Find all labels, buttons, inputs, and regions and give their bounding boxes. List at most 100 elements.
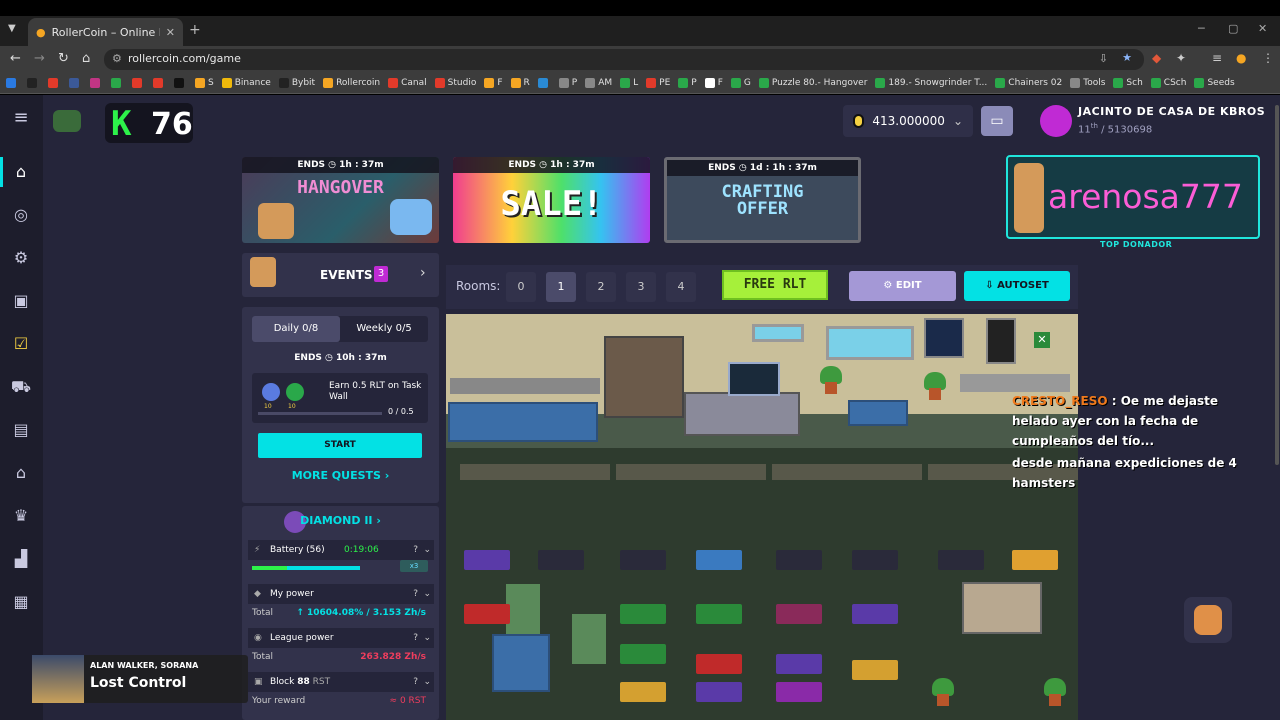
page-scrollbar[interactable] (1274, 95, 1280, 720)
top-donor-card[interactable]: arenosa777 (1006, 155, 1260, 239)
menu-toggle-icon[interactable]: ≡ (10, 107, 32, 129)
room-button-0[interactable]: 0 (506, 272, 536, 302)
marketplace-icon[interactable]: ⛟ (10, 376, 32, 398)
avatar[interactable] (1040, 105, 1072, 137)
info-icon[interactable]: ? (413, 628, 418, 648)
maximize-icon[interactable]: ▢ (1228, 22, 1238, 35)
miner[interactable] (852, 660, 898, 680)
bookmark-item[interactable]: Tools (1070, 77, 1105, 88)
battery-row[interactable]: ⚡ Battery (56) 0:19:06 ? ⌄ (248, 540, 434, 560)
bank-icon[interactable]: ⌂ (10, 462, 32, 484)
miner[interactable] (696, 550, 742, 570)
bookmark-item[interactable]: PE (646, 77, 670, 88)
tab-weekly[interactable]: Weekly 0/5 (340, 316, 428, 342)
storage-icon[interactable]: ▣ (10, 290, 32, 312)
room-button-2[interactable]: 2 (586, 272, 616, 302)
miners-icon[interactable]: ⚙ (10, 247, 32, 269)
news-icon[interactable]: ▦ (10, 591, 32, 613)
miner[interactable] (776, 654, 822, 674)
reload-icon[interactable]: ↻ (58, 51, 69, 66)
scrollbar-thumb[interactable] (1275, 105, 1279, 465)
hangover-banner[interactable]: ENDS ◷ 1h : 37m HANGOVER (242, 157, 439, 243)
bookmark-item[interactable]: 189.- Snowgrinder T... (875, 77, 987, 88)
bookmark-star-icon[interactable]: ★ (1122, 51, 1132, 64)
bookmark-item[interactable] (174, 77, 187, 88)
bookmark-item[interactable]: R (510, 77, 530, 88)
address-bar[interactable]: ⚙ rollercoin.com/game ⇩ ★ (104, 49, 1144, 70)
minimize-icon[interactable]: ─ (1198, 22, 1205, 35)
miner[interactable] (464, 604, 510, 624)
bookmark-item[interactable] (90, 77, 103, 88)
my-power-row[interactable]: ◆ My power ? ⌄ (248, 584, 434, 604)
mining-room[interactable]: ✕ (446, 314, 1078, 720)
bookmark-item[interactable]: CSch (1150, 77, 1186, 88)
forward-icon[interactable]: → (34, 51, 45, 66)
info-icon[interactable]: ? (413, 584, 418, 604)
bookmark-item[interactable]: Sch (1113, 77, 1143, 88)
chevron-down-icon[interactable]: ⌄ (423, 628, 431, 648)
hamster-chat-button[interactable] (1184, 597, 1232, 643)
back-icon[interactable]: ← (10, 51, 21, 66)
edit-button[interactable]: ⚙ EDIT (849, 271, 956, 301)
bookmark-item[interactable] (153, 77, 166, 88)
miner[interactable] (1012, 550, 1058, 570)
league-power-row[interactable]: ◉ League power ? ⌄ (248, 628, 434, 648)
gamepad-icon[interactable]: ◎ (10, 204, 32, 226)
bookmark-item[interactable] (69, 77, 82, 88)
extension-fox-icon[interactable]: ◆ (1152, 51, 1161, 65)
username[interactable]: JACINTO DE CASA DE KBROS (1078, 105, 1265, 118)
bookmark-item[interactable]: Chainers 02 (995, 77, 1062, 88)
miner[interactable] (852, 550, 898, 570)
shop-icon[interactable]: ▤ (10, 419, 32, 441)
bookmark-item[interactable]: L (620, 77, 638, 88)
pc-monitor[interactable] (728, 362, 780, 396)
sale-banner[interactable]: ENDS ◷ 1h : 37m SALE! (453, 157, 650, 243)
trophy-icon[interactable]: ♛ (10, 505, 32, 527)
miner[interactable] (620, 604, 666, 624)
bookmark-item[interactable]: Binance (221, 77, 271, 88)
tab-search-icon[interactable]: ▼ (8, 23, 16, 34)
bookmark-item[interactable]: G (730, 77, 751, 88)
bookmark-item[interactable]: Rollercoin (323, 77, 380, 88)
miner[interactable] (776, 682, 822, 702)
miner[interactable] (696, 654, 742, 674)
bookmark-item[interactable] (27, 77, 40, 88)
tab-close-icon[interactable]: ✕ (166, 26, 175, 39)
media-icon[interactable]: ≡ (1212, 51, 1222, 65)
bookmark-item[interactable]: F (704, 77, 723, 88)
home-icon[interactable]: ⌂ (10, 161, 32, 183)
home-icon[interactable]: ⌂ (82, 51, 90, 66)
factory-icon[interactable]: ▟ (10, 548, 32, 570)
install-icon[interactable]: ⇩ (1099, 52, 1108, 65)
extensions-icon[interactable]: ✦ (1176, 51, 1186, 65)
bookmark-item[interactable] (48, 77, 61, 88)
bookmark-item[interactable]: Seeds (1194, 77, 1235, 88)
miner[interactable] (776, 604, 822, 624)
room-button-4[interactable]: 4 (666, 272, 696, 302)
crafting-offer-banner[interactable]: ENDS ◷ 1d : 1h : 37m CRAFTING OFFER (664, 157, 861, 243)
bookmark-item[interactable]: P (678, 77, 697, 88)
bookmark-item[interactable]: Canal (388, 77, 427, 88)
profile-icon[interactable]: ● (1236, 51, 1246, 65)
browser-tab[interactable]: ● RollerCoin – Online Bitcoin Mi ✕ (28, 18, 183, 46)
new-tab-icon[interactable]: + (189, 22, 201, 38)
miner[interactable] (776, 550, 822, 570)
tasks-icon[interactable]: ☑ (10, 333, 32, 355)
miner[interactable] (620, 550, 666, 570)
tab-daily[interactable]: Daily 0/8 (252, 316, 340, 342)
block-row[interactable]: ▣ Block 88 RST ? ⌄ (248, 672, 434, 692)
window-close-icon[interactable]: ✕ (1258, 22, 1267, 35)
league-link[interactable]: DIAMOND II › (242, 514, 439, 527)
balance-dropdown[interactable]: 413.000000 ⌄ (843, 105, 973, 137)
close-room-icon[interactable]: ✕ (1034, 332, 1050, 348)
info-icon[interactable]: ? (413, 672, 418, 692)
miner[interactable] (620, 682, 666, 702)
chevron-down-icon[interactable]: ⌄ (423, 540, 431, 560)
wallet-button[interactable]: ▭ (981, 106, 1013, 136)
bookmark-item[interactable] (111, 77, 124, 88)
miner[interactable] (620, 644, 666, 664)
bookmark-item[interactable]: S (195, 77, 214, 88)
bookmark-item[interactable]: Bybit (278, 77, 315, 88)
bookmark-item[interactable] (132, 77, 145, 88)
miner[interactable] (696, 604, 742, 624)
